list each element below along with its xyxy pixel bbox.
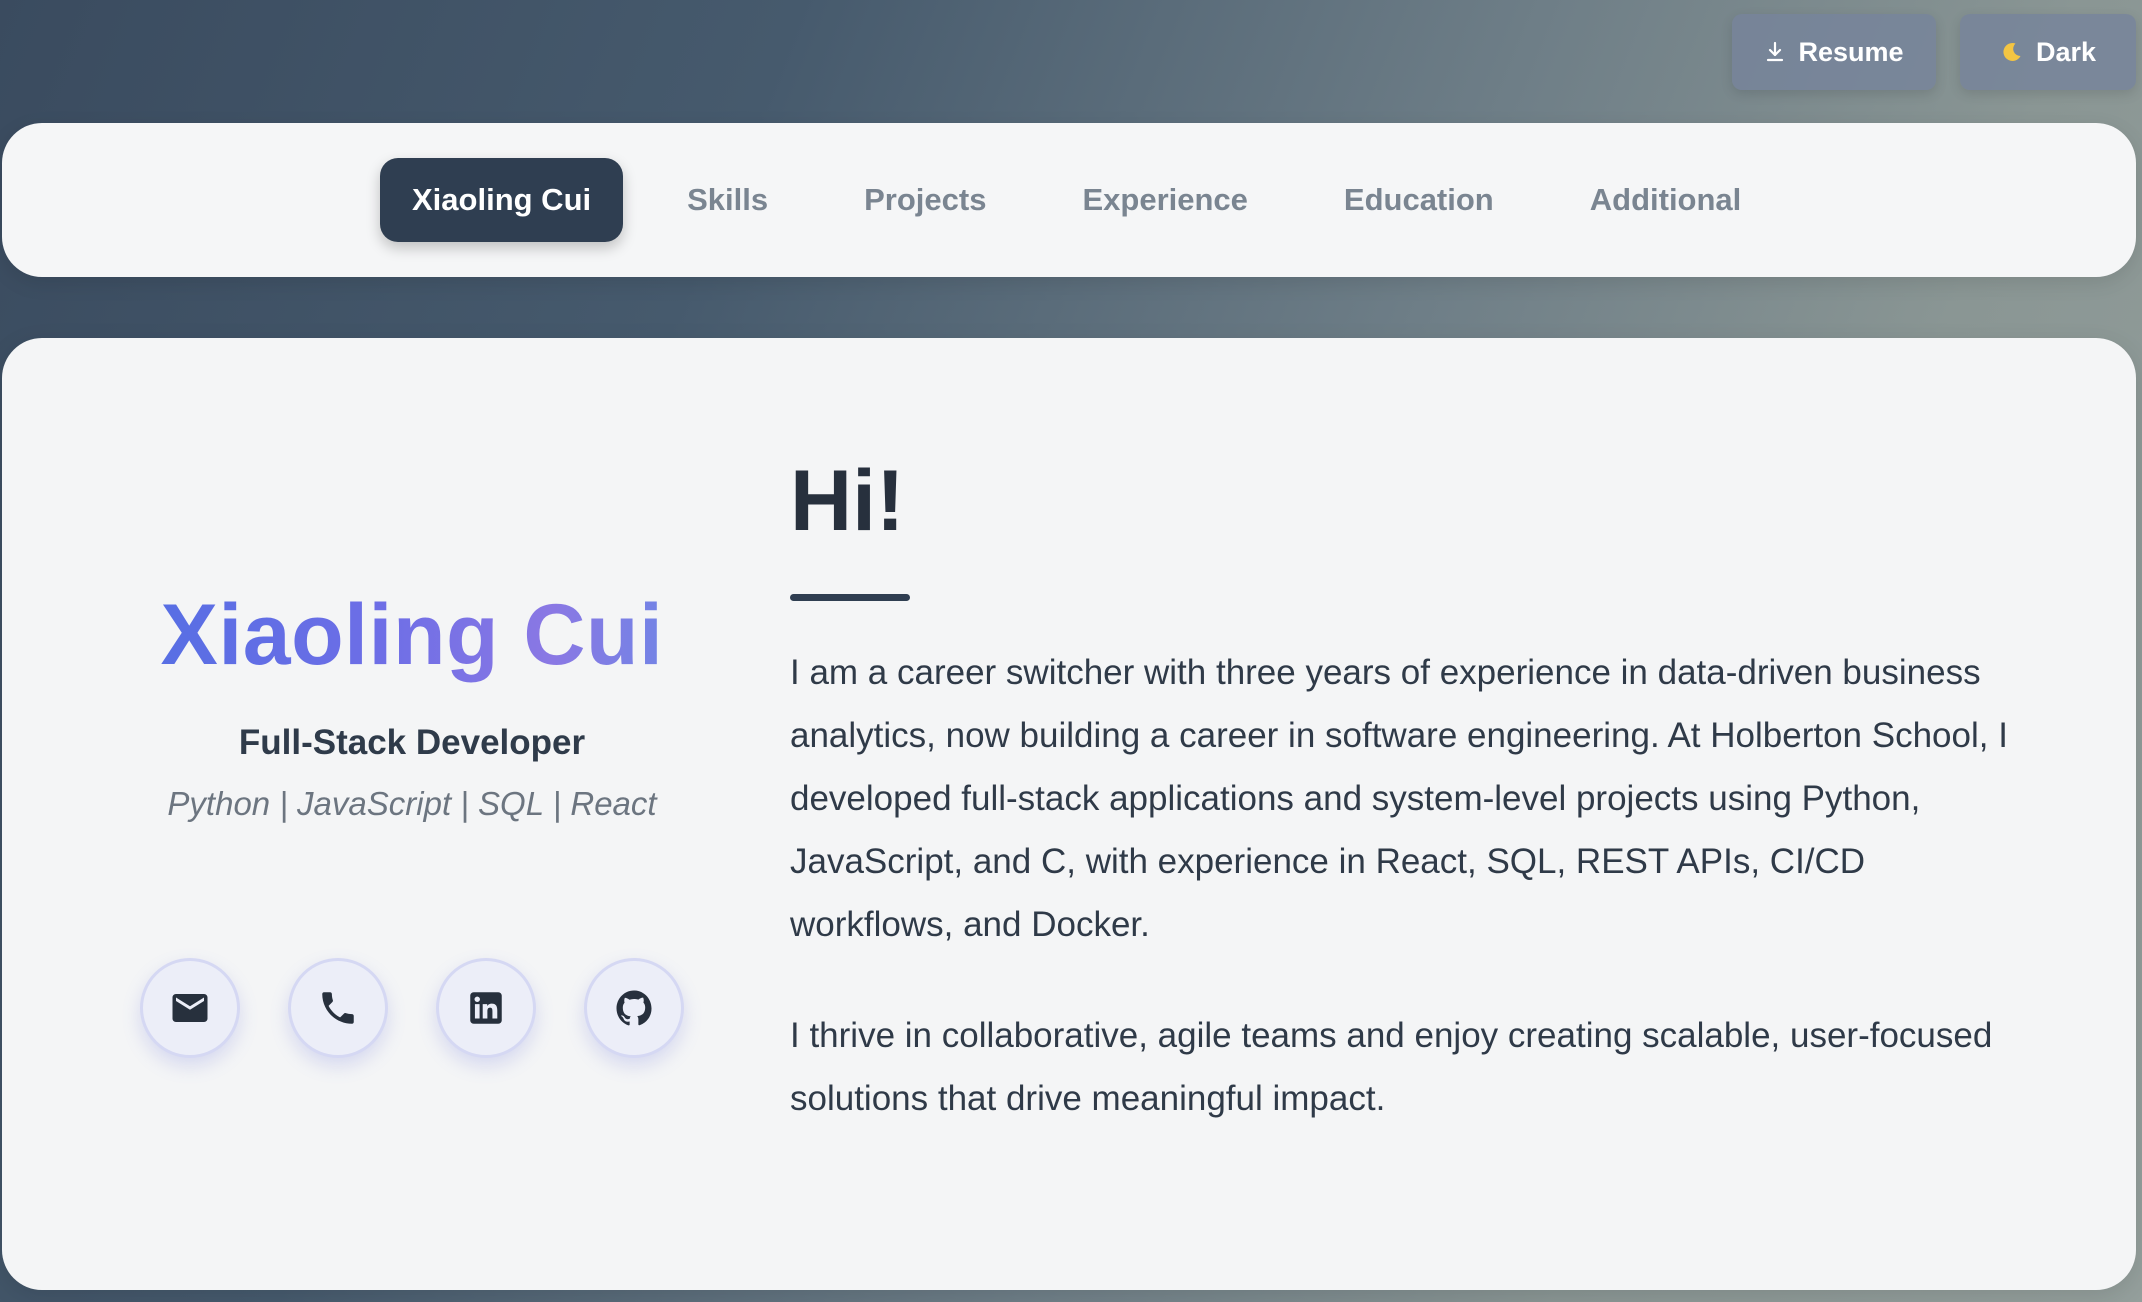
profile-tech-stack: Python | JavaScript | SQL | React bbox=[167, 784, 657, 822]
about-section: Hi! I am a career switcher with three ye… bbox=[790, 458, 2020, 1130]
github-icon bbox=[616, 990, 652, 1026]
about-paragraph: I am a career switcher with three years … bbox=[790, 653, 2008, 944]
tab-additional[interactable]: Additional bbox=[1558, 158, 1774, 242]
nav-tabs: Xiaoling Cui Skills Projects Experience … bbox=[380, 158, 1805, 242]
moon-icon bbox=[2000, 40, 2024, 64]
contact-links bbox=[140, 958, 684, 1058]
tab-skills[interactable]: Skills bbox=[655, 158, 800, 242]
tab-home[interactable]: Xiaoling Cui bbox=[380, 158, 624, 242]
download-resume-label: Resume bbox=[1798, 36, 1904, 67]
github-link[interactable] bbox=[584, 958, 684, 1058]
profile-name: Xiaoling Cui bbox=[62, 588, 762, 683]
intro-card: Xiaoling Cui Full-Stack Developer Python… bbox=[2, 338, 2136, 1290]
linkedin-link[interactable] bbox=[436, 958, 536, 1058]
heading-divider bbox=[790, 594, 910, 601]
linkedin-icon bbox=[470, 992, 502, 1024]
email-link[interactable] bbox=[140, 958, 240, 1058]
email-icon bbox=[172, 994, 208, 1022]
phone-link[interactable] bbox=[288, 958, 388, 1058]
tab-experience[interactable]: Experience bbox=[1050, 158, 1279, 242]
about-paragraph: I thrive in collaborative, agile teams a… bbox=[790, 1016, 1993, 1118]
profile-role: Full-Stack Developer bbox=[238, 722, 586, 762]
header-actions: Resume Dark bbox=[1732, 14, 2136, 90]
download-icon bbox=[1764, 40, 1786, 64]
download-resume-button[interactable]: Resume bbox=[1732, 14, 1936, 90]
phone-icon bbox=[322, 992, 354, 1024]
dark-mode-toggle[interactable]: Dark bbox=[1960, 14, 2136, 90]
tab-projects[interactable]: Projects bbox=[832, 158, 1018, 242]
dark-mode-label: Dark bbox=[2035, 36, 2097, 67]
tab-education[interactable]: Education bbox=[1312, 158, 1526, 242]
profile-section: Xiaoling Cui Full-Stack Developer Python… bbox=[62, 588, 762, 823]
main-nav: Xiaoling Cui Skills Projects Experience … bbox=[2, 123, 2136, 277]
about-heading: Hi! bbox=[790, 453, 905, 549]
